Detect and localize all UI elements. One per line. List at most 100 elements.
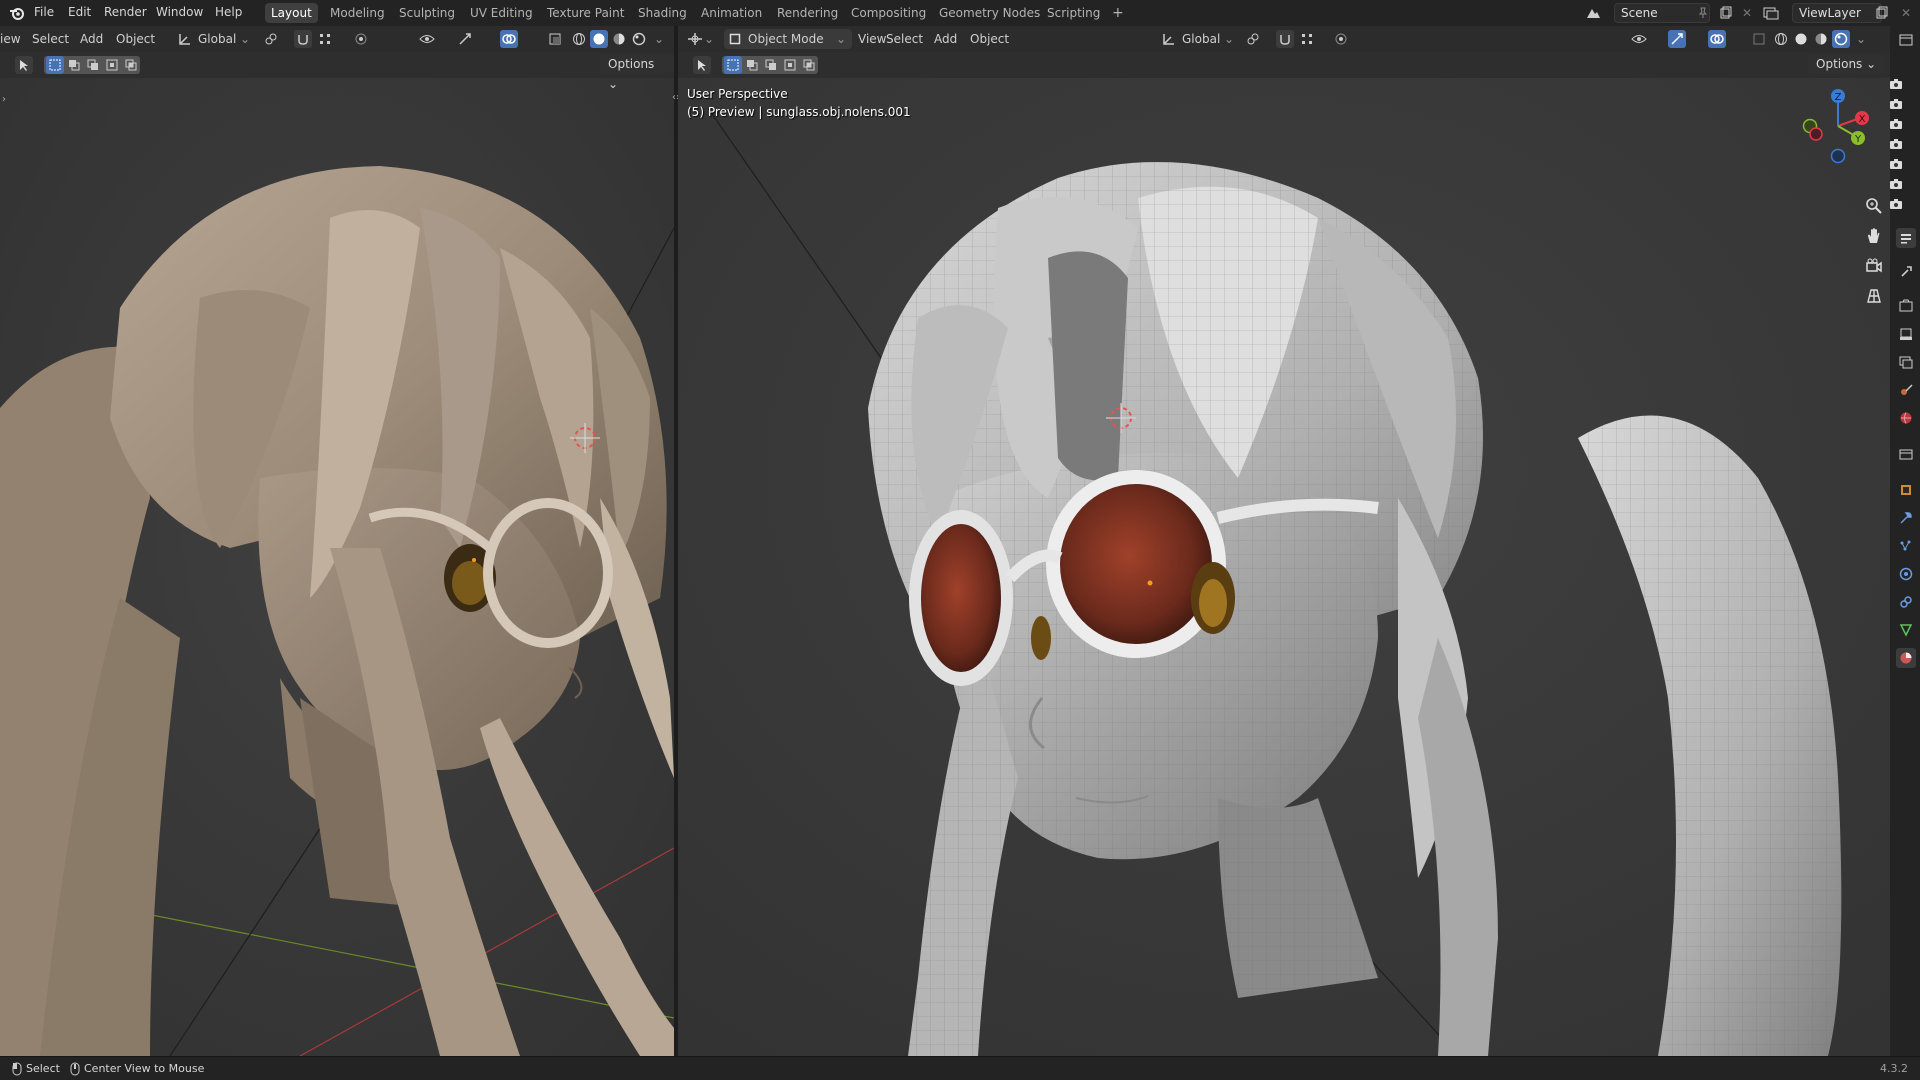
snap-toggle-icon[interactable] [294,30,312,48]
left-menu-add[interactable]: Add [80,29,103,49]
pan-hand-icon[interactable] [1860,222,1888,250]
world-properties-icon[interactable] [1896,408,1916,428]
data-properties-icon[interactable] [1896,620,1916,640]
scene-selector-icon[interactable] [1584,4,1602,22]
tab-texture-paint[interactable]: Texture Paint [541,3,630,23]
select-tool-icon[interactable] [693,56,711,74]
physics-properties-icon[interactable] [1896,564,1916,584]
rendered-shading-icon[interactable] [630,30,648,48]
camera-icon[interactable] [1886,134,1906,154]
select-invert-icon[interactable] [103,56,121,74]
object-properties-icon[interactable] [1896,480,1916,500]
gizmo-toggle-icon[interactable] [1668,30,1686,48]
delete-view-layer-icon[interactable]: ✕ [1897,4,1915,22]
left-menu-object[interactable]: Object [116,29,155,49]
chevron-down-icon[interactable]: ⌄ [1224,29,1234,49]
snap-target-icon[interactable] [316,30,334,48]
editor-type-chevron-icon[interactable]: ⌄ [704,29,714,49]
tab-compositing[interactable]: Compositing [845,3,932,23]
scene-properties-icon[interactable] [1896,380,1916,400]
select-tool-icon[interactable] [15,56,33,74]
tab-rendering[interactable]: Rendering [771,3,844,23]
menu-window[interactable]: Window [156,5,203,19]
modifier-properties-icon[interactable] [1896,508,1916,528]
tool-properties-icon[interactable] [1896,262,1916,282]
camera-icon[interactable] [1886,74,1906,94]
camera-icon[interactable] [1886,114,1906,134]
output-properties-icon[interactable] [1896,324,1916,344]
view-layer-field[interactable]: ViewLayer [1792,3,1882,23]
add-workspace-button[interactable]: + [1106,3,1130,23]
pin-icon[interactable] [1694,4,1712,22]
new-scene-icon[interactable] [1717,4,1735,22]
right-menu-select[interactable]: Select [886,29,923,49]
solid-shading-icon[interactable] [590,30,608,48]
select-new-icon[interactable] [46,56,64,74]
view-layer-icon[interactable] [1762,4,1780,22]
select-intersect-icon[interactable] [800,56,818,74]
render-properties-icon[interactable] [1896,296,1916,316]
pivot-point-icon[interactable] [262,30,280,48]
xray-toggle-icon[interactable] [546,30,564,48]
right-menu-object[interactable]: Object [970,29,1009,49]
right-transform-orientation[interactable]: Global [1182,29,1220,49]
select-subtract-icon[interactable] [84,56,102,74]
collection-properties-icon[interactable] [1896,444,1916,464]
shading-options-chevron-icon[interactable]: ⌄ [1856,29,1866,49]
tab-layout[interactable]: Layout [265,3,318,23]
transform-orientation-icon[interactable] [1160,30,1178,48]
tab-geometry-nodes[interactable]: Geometry Nodes [933,3,1046,23]
mode-selector[interactable]: Object Mode ⌄ [724,29,852,49]
delete-scene-icon[interactable]: ✕ [1738,4,1756,22]
tab-animation[interactable]: Animation [695,3,768,23]
solid-shading-icon[interactable] [1792,30,1810,48]
editor-type-icon[interactable] [686,30,704,48]
material-shading-icon[interactable] [1812,30,1830,48]
menu-file[interactable]: File [34,5,54,19]
wireframe-shading-icon[interactable] [1772,30,1790,48]
menu-render[interactable]: Render [104,5,147,19]
tab-uv-editing[interactable]: UV Editing [464,3,539,23]
transform-orientation-icon[interactable] [176,30,194,48]
rendered-shading-icon[interactable] [1832,30,1850,48]
select-subtract-icon[interactable] [762,56,780,74]
zoom-icon[interactable] [1860,192,1888,220]
tab-shading[interactable]: Shading [632,3,693,23]
proportional-edit-icon[interactable] [1332,30,1350,48]
proportional-edit-icon[interactable] [352,30,370,48]
overlays-toggle-icon[interactable] [500,30,518,48]
left-transform-orientation[interactable]: Global [198,29,236,49]
right-options-button[interactable]: Options ⌄ [1808,54,1885,74]
left-viewport[interactable]: iew Select Add Object Global ⌄ ⌄ Options… [0,26,674,1056]
camera-icon[interactable] [1886,194,1906,214]
select-intersect-icon[interactable] [122,56,140,74]
left-options-button[interactable]: Options ⌄ [600,54,674,91]
camera-view-icon[interactable] [1860,252,1888,280]
select-extend-icon[interactable] [743,56,761,74]
right-menu-add[interactable]: Add [934,29,957,49]
select-extend-icon[interactable] [65,56,83,74]
visibility-icon[interactable] [1630,30,1648,48]
particles-properties-icon[interactable] [1896,536,1916,556]
snap-target-icon[interactable] [1298,30,1316,48]
right-viewport-canvas[interactable] [678,78,1890,1056]
camera-icon[interactable] [1886,174,1906,194]
chevron-down-icon[interactable]: ⌄ [240,29,250,49]
properties-search-icon[interactable] [1896,228,1916,248]
pivot-point-icon[interactable] [1244,30,1262,48]
tab-modeling[interactable]: Modeling [324,3,391,23]
left-menu-select[interactable]: Select [32,29,69,49]
gizmo-toggle-icon[interactable] [456,30,474,48]
menu-edit[interactable]: Edit [68,5,91,19]
left-viewport-canvas[interactable] [0,78,674,1056]
select-invert-icon[interactable] [781,56,799,74]
properties-editor-icon[interactable] [1896,30,1916,50]
material-shading-icon[interactable] [610,30,628,48]
toolbar-expand-icon[interactable]: › [2,94,6,105]
select-new-icon[interactable] [724,56,742,74]
perspective-toggle-icon[interactable] [1860,282,1888,310]
view-layer-properties-icon[interactable] [1896,352,1916,372]
visibility-icon[interactable] [418,30,436,48]
blender-logo-icon[interactable] [8,4,26,22]
xray-toggle-icon[interactable] [1750,30,1768,48]
